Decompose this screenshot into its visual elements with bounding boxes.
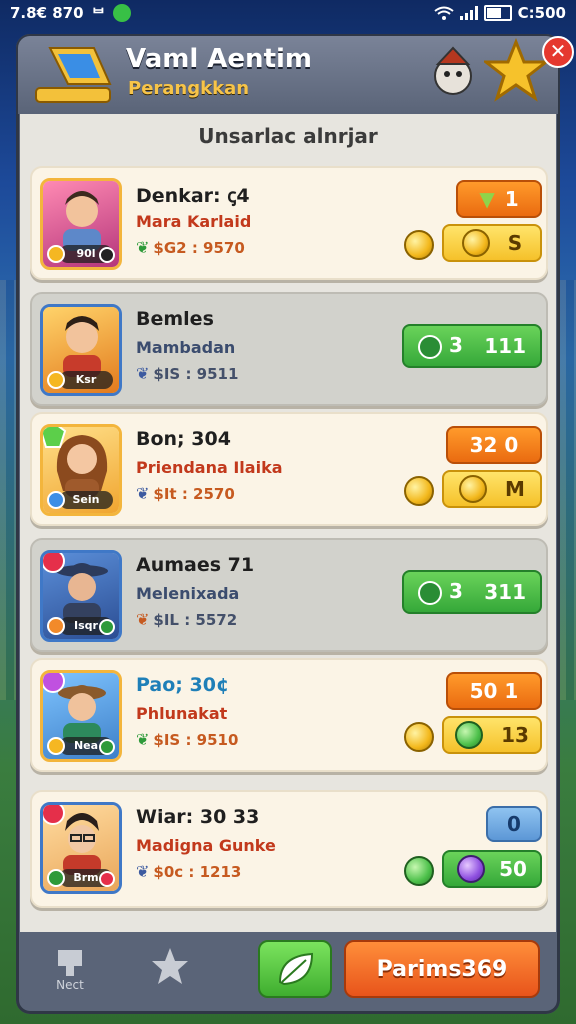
purple-gem-icon (457, 855, 486, 883)
green-coin-icon (455, 721, 484, 749)
green-badge-icon (99, 619, 115, 635)
player-portrait: Nea (40, 670, 122, 762)
player-card[interactable]: Ksr Bemles Mambadan ❦ $IS : 9511 3 111 (30, 292, 548, 406)
player-role: Madigna Gunke (136, 836, 276, 855)
check-icon (418, 334, 442, 359)
coin-button[interactable]: 13 (442, 716, 542, 754)
status-time: 7.8€ 870 (10, 4, 84, 22)
content-area: Unsarlac alnrjar 90l Denkar: ꞔ4 Mara Kar… (20, 114, 556, 932)
gold-badge-icon (47, 737, 65, 755)
leaf-icon: ❦ (136, 730, 150, 749)
player-stat: ❦ $0c : 1213 (136, 862, 242, 881)
edit-button[interactable]: 0 (486, 806, 542, 842)
portrait-label: Sein (59, 491, 113, 509)
gold-badge-icon (47, 245, 65, 263)
star-nav-icon (152, 948, 188, 984)
portrait-label: Ksr (59, 371, 113, 389)
player-portrait: Brm (40, 802, 122, 894)
app-notification-icon (113, 4, 132, 22)
upgrade-button[interactable]: 3 311 (402, 570, 542, 614)
leaf-icon: ❦ (136, 862, 150, 881)
red-gem-icon (43, 553, 65, 573)
flag-icon (58, 950, 82, 976)
red-badge-icon (99, 871, 115, 887)
player-portrait: Ksr (40, 304, 122, 396)
player-role: Mambadan (136, 338, 236, 357)
player-name: Bon; 304 (136, 428, 231, 450)
gem-icon (43, 427, 67, 448)
player-card[interactable]: Sein Bon; 304 Priendana Ilaika ❦ $It : 25… (30, 412, 548, 526)
gold-badge-icon (47, 371, 65, 389)
player-name: Bemles (136, 308, 214, 330)
green-badge-icon (99, 739, 115, 755)
red-gem-icon (43, 805, 65, 825)
check-icon (418, 580, 442, 605)
player-role: Melenixada (136, 584, 240, 603)
player-card[interactable]: 90l Denkar: ꞔ4 Mara Karlaid ❦ $G2 : 9570 … (30, 166, 548, 280)
player-name: Pao; 30¢ (136, 674, 230, 696)
player-stat: ❦ $G2 : 9570 (136, 238, 245, 257)
player-card[interactable]: Isqr Aumaes 71 Melenixada ❦ $IL : 5572 3 … (30, 538, 548, 652)
page-title: Vaml Aentim (126, 44, 312, 74)
level-button[interactable]: ▼ 1 (456, 180, 542, 218)
leaf-icon: ❦ (136, 484, 150, 503)
player-name: Denkar: ꞔ4 (136, 185, 250, 207)
game-logo-icon (35, 47, 112, 103)
favorites-star-icon[interactable] (484, 38, 548, 102)
coin-button[interactable]: S (442, 224, 542, 262)
coin-icon (404, 722, 434, 752)
leaf-icon: ❦ (136, 364, 150, 383)
player-stat: ❦ $It : 2570 (136, 484, 235, 503)
nav-item-next[interactable]: Nect (30, 942, 110, 998)
page-subtitle: Perangkkan (128, 78, 250, 99)
gem-button[interactable]: 50 (442, 850, 542, 888)
coin-stack-icon (461, 229, 490, 257)
leaf-icon: ❦ (136, 238, 150, 257)
player-role: Phlunakat (136, 704, 228, 723)
lock-badge-icon (99, 247, 115, 263)
player-portrait: Isqr (40, 550, 122, 642)
player-stat: ❦ $IS : 9511 (136, 364, 239, 383)
coin-icon (404, 476, 434, 506)
header: Vaml Aentim Perangkkan ✕ (18, 36, 574, 114)
arrow-down-icon: ▼ (479, 187, 495, 211)
player-stat: ❦ $IL : 5572 (136, 610, 238, 629)
section-title: Unsarlac alnrjar (198, 124, 378, 148)
player-card[interactable]: Brm Wiar: 30 33 Madigna Gunke ❦ $0c : 121… (30, 790, 548, 908)
mascot-icon[interactable] (430, 42, 476, 98)
leaf-button[interactable] (258, 940, 332, 998)
player-role: Mara Karlaid (136, 212, 252, 231)
blue-badge-icon (47, 491, 65, 509)
signal-icon (459, 6, 478, 20)
coin-icon (404, 230, 434, 260)
level-button[interactable]: 50 1 (446, 672, 542, 710)
purple-gem-icon (43, 673, 65, 693)
status-bar: 7.8€ 870 ᄇ C:500 (0, 0, 576, 26)
wifi-icon (434, 6, 454, 20)
orange-badge-icon (47, 617, 65, 635)
player-card[interactable]: Nea Pao; 30¢ Phlunakat ❦ $IS : 9510 50 1 … (30, 658, 548, 772)
green-coin-icon (404, 856, 434, 886)
coin-stack-icon (459, 475, 488, 503)
player-role: Priendana Ilaika (136, 458, 283, 477)
player-name: Wiar: 30 33 (136, 806, 260, 828)
player-portrait: Sein (40, 424, 122, 516)
leaf-icon: ❦ (136, 610, 150, 629)
bottom-bar: Nect Parims369 (20, 936, 556, 1002)
leaf-icon (278, 952, 314, 986)
green-badge-icon (47, 869, 65, 887)
coin-button[interactable]: M (442, 470, 542, 508)
close-button[interactable]: ✕ (542, 36, 574, 68)
nav-item-favorites[interactable] (130, 942, 210, 998)
status-glyph: ᄇ (91, 4, 106, 23)
player-stat: ❦ $IS : 9510 (136, 730, 239, 749)
nav-label: Nect (56, 978, 84, 992)
level-button[interactable]: 32 0 (446, 426, 542, 464)
primary-action-button[interactable]: Parims369 (344, 940, 540, 998)
status-clock: C:500 (517, 4, 566, 22)
player-portrait: 90l (40, 178, 122, 270)
player-name: Aumaes 71 (136, 554, 255, 576)
battery-icon (483, 5, 512, 21)
upgrade-button[interactable]: 3 111 (402, 324, 542, 368)
